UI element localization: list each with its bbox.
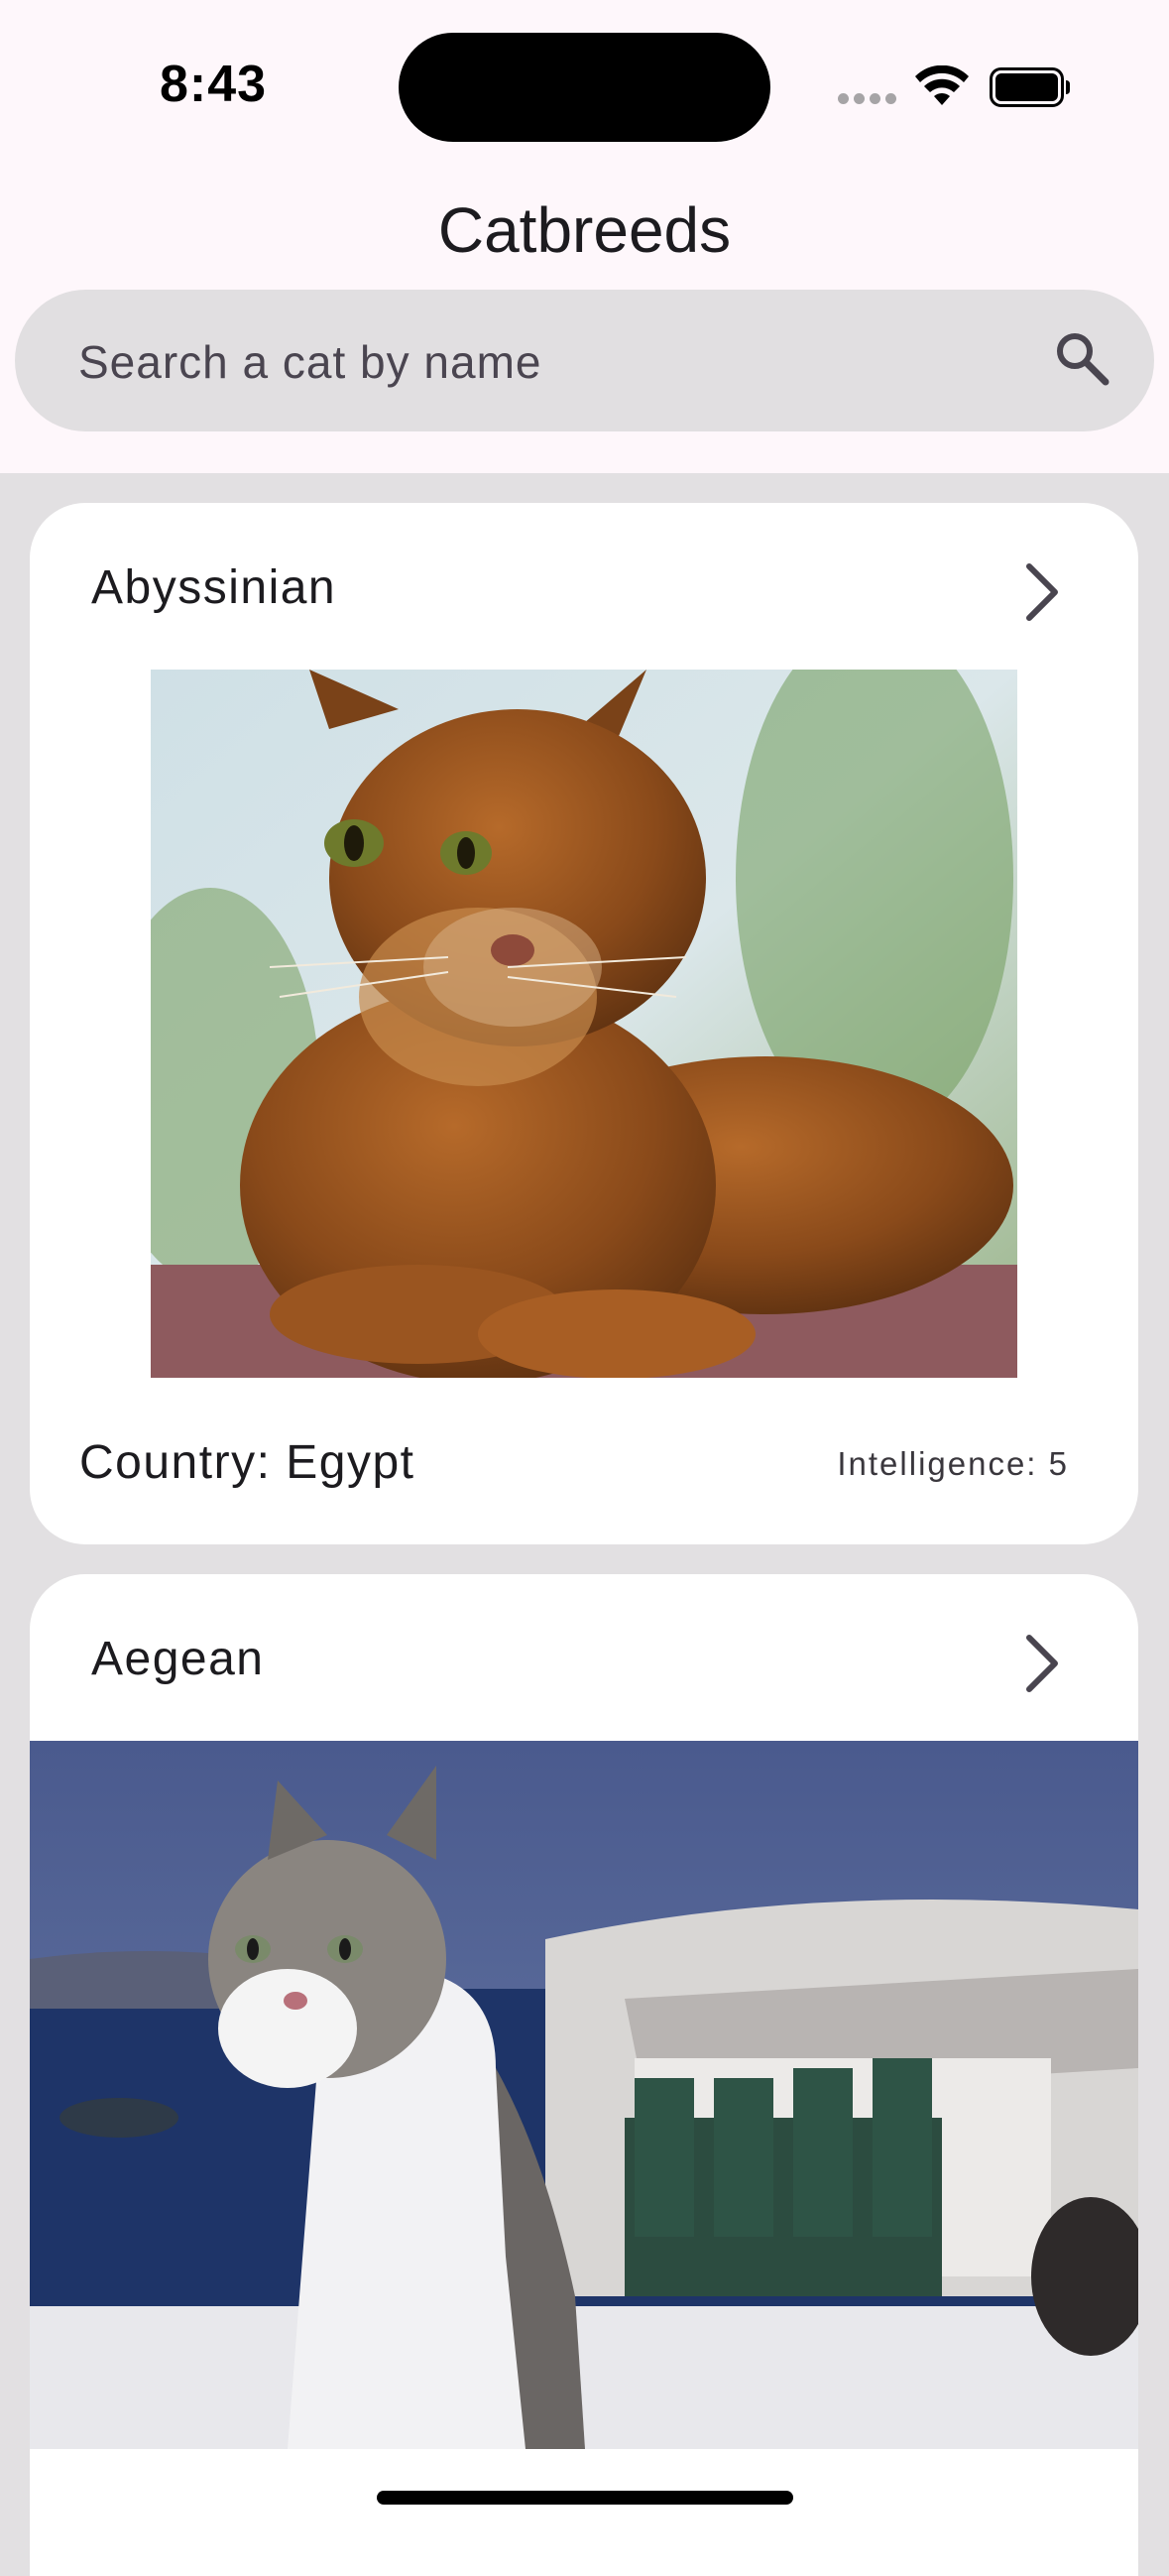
status-time: 8:43 [159, 56, 268, 113]
chevron-right-icon[interactable] [1011, 552, 1071, 632]
status-bar: 8:43 [0, 0, 1169, 174]
search-input[interactable] [76, 290, 1032, 433]
search-icon[interactable] [1051, 327, 1111, 387]
search-bar[interactable] [15, 290, 1154, 433]
page-title: Catbreeds [437, 194, 732, 266]
top-app-area: 8:43 Catbreeds [0, 0, 1169, 473]
breed-name: Aegean [91, 1633, 265, 1685]
battery-icon [990, 67, 1070, 107]
chevron-right-icon[interactable] [1011, 1624, 1071, 1703]
breed-card-abyssinian[interactable]: Abyssinian Country: Egypt Intelligence: … [30, 503, 1138, 1544]
breed-card-aegean[interactable]: Aegean [30, 1574, 1138, 2576]
breed-photo [30, 1741, 1138, 2449]
wifi-icon [915, 65, 969, 105]
breed-name: Abyssinian [91, 561, 337, 614]
breed-intelligence: Intelligence: 5 [837, 1445, 1069, 1482]
breed-photo [151, 670, 1017, 1378]
signal-icon [838, 93, 897, 105]
breed-country: Country: Egypt [79, 1436, 415, 1489]
home-indicator[interactable] [377, 2491, 793, 2505]
dynamic-island [399, 33, 770, 142]
